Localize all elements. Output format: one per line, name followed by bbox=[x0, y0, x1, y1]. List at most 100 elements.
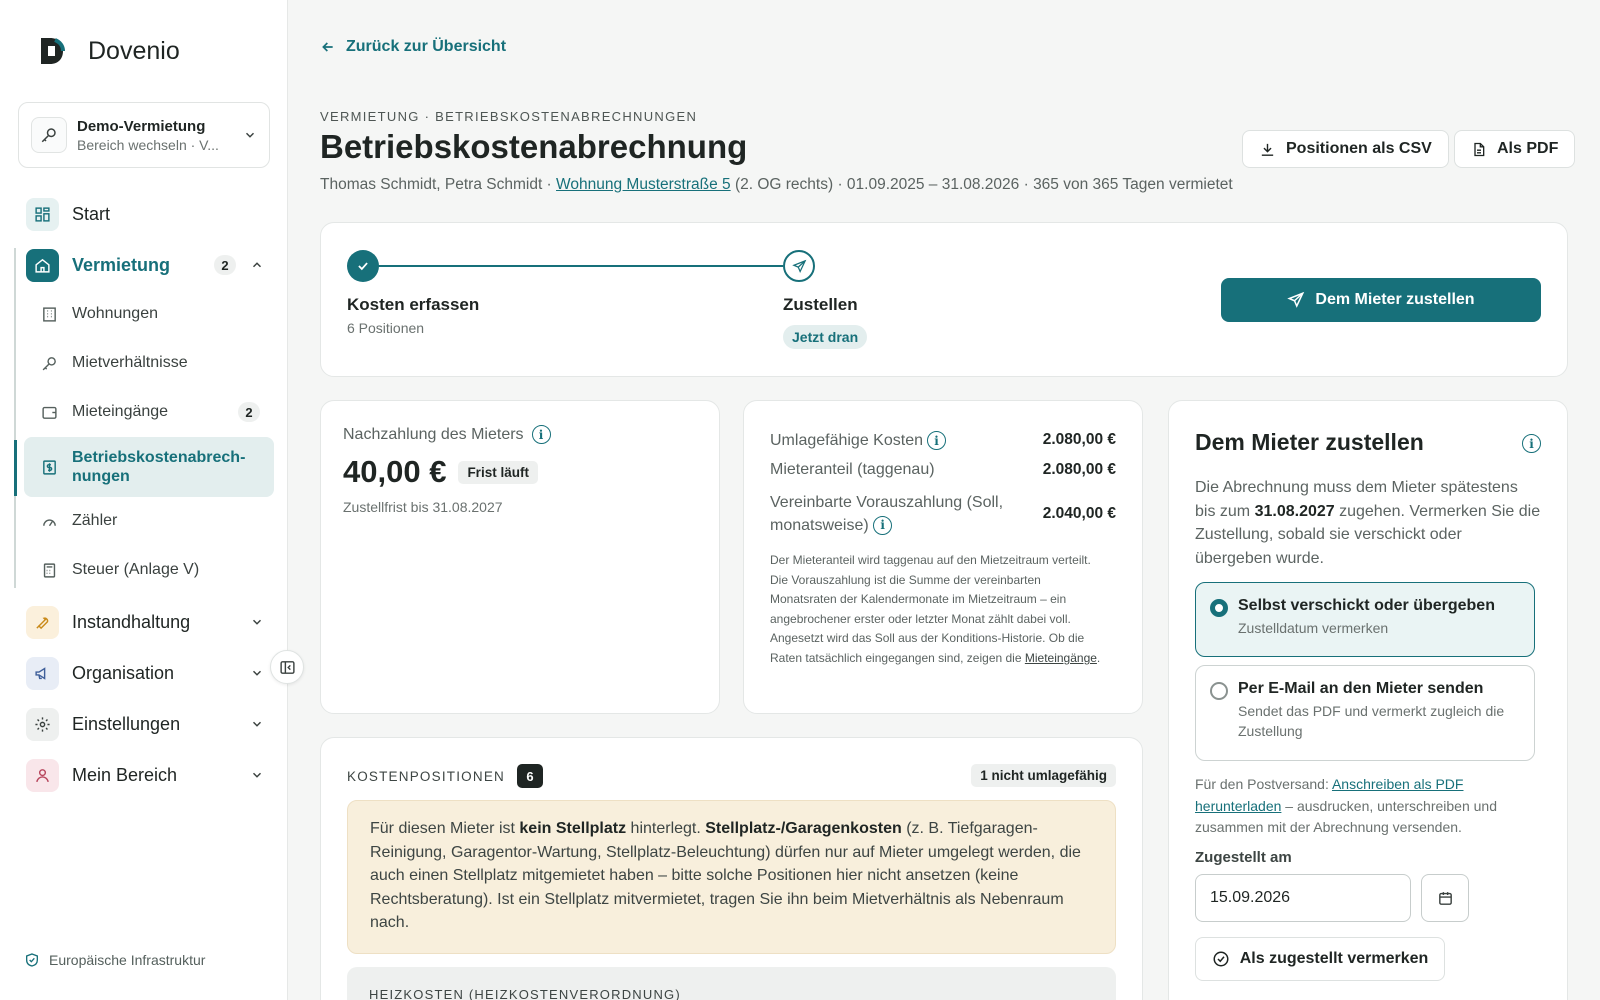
step-1-subtitle: 6 Positionen bbox=[347, 320, 425, 336]
check-circle-icon bbox=[1213, 951, 1229, 967]
receipt-icon bbox=[40, 459, 58, 476]
chevron-down-icon bbox=[252, 772, 262, 778]
nav-vermietung-badge: 2 bbox=[214, 255, 236, 275]
chevron-up-icon bbox=[252, 262, 262, 268]
back-link[interactable]: Zurück zur Übersicht bbox=[320, 38, 506, 56]
mark-delivered-label: Als zugestellt vermerken bbox=[1239, 950, 1429, 967]
sidebar-item-label: Betriebskostenabrech- nungen bbox=[72, 449, 246, 485]
figure-label: Umlagefähige Kosten bbox=[770, 431, 923, 449]
nav-organisation[interactable]: Organisation bbox=[26, 653, 276, 693]
step-send-icon bbox=[783, 250, 815, 282]
rent-payments-link[interactable]: Mieteingänge bbox=[1025, 651, 1097, 665]
apartment-link[interactable]: Wohnung Musterstraße 5 bbox=[556, 176, 731, 193]
cost-figures-card: Umlagefähige Kosten i 2.080,00 € Mieteran… bbox=[743, 400, 1143, 714]
radio-unselected[interactable] bbox=[1210, 682, 1228, 700]
postal-hint: Für den Postversand: Anschreiben als PDF… bbox=[1195, 774, 1541, 839]
deliver-to-tenant-label: Dem Mieter zustellen bbox=[1315, 291, 1475, 308]
figure-row: Vereinbarte Vorauszahlung (Soll, monatsw… bbox=[770, 491, 1116, 537]
key-icon bbox=[31, 117, 67, 153]
nav-instandhaltung-label: Instandhaltung bbox=[72, 611, 191, 632]
postal-hint-text: Für den Postversand: bbox=[1195, 776, 1332, 792]
wallet-icon bbox=[40, 404, 58, 421]
option-title: Selbst verschickt oder übergeben bbox=[1238, 597, 1495, 614]
nav-mein-bereich-label: Mein Bereich bbox=[72, 764, 178, 785]
step-complete-check-icon bbox=[347, 250, 379, 282]
date-picker-button[interactable] bbox=[1421, 874, 1469, 922]
nav-instandhaltung[interactable]: Instandhaltung bbox=[26, 602, 276, 642]
mark-delivered-button[interactable]: Als zugestellt vermerken bbox=[1195, 937, 1445, 981]
cost-positions-card: KOSTENPOSITIONEN 6 1 nicht umlagefähig F… bbox=[320, 737, 1143, 1000]
dovenio-logo-icon bbox=[41, 38, 65, 64]
brand-name: Dovenio bbox=[88, 36, 180, 65]
option-subtitle: Sendet das PDF und vermerkt zugleich die… bbox=[1238, 703, 1505, 739]
calculation-note: Der Mieteranteil wird taggenau auf den M… bbox=[770, 551, 1102, 669]
sidebar-item-mieteingaenge[interactable]: Mieteingänge 2 bbox=[24, 392, 274, 432]
figure-row: Mieteranteil (taggenau) 2.080,00 € bbox=[770, 461, 1116, 479]
tenant-names: Thomas Schmidt, Petra Schmidt · bbox=[320, 176, 557, 193]
delivery-date-input[interactable] bbox=[1195, 874, 1411, 922]
nav-start-label: Start bbox=[72, 203, 111, 224]
dashboard-icon bbox=[26, 197, 59, 231]
workspace-name: Demo-Vermietung bbox=[77, 117, 206, 135]
delivery-date-label: Zugestellt am bbox=[1195, 849, 1292, 866]
info-icon[interactable]: i bbox=[873, 516, 893, 536]
warning-text: Für diesen Mieter ist bbox=[370, 820, 520, 837]
submenu-active-marker bbox=[14, 440, 17, 496]
period-info: (2. OG rechts) · 01.09.2025 – 31.08.2026… bbox=[730, 176, 1233, 193]
option-email-delivery[interactable]: Per E-Mail an den Mieter senden Sendet d… bbox=[1195, 665, 1535, 761]
deliver-title: Dem Mieter zustellen bbox=[1195, 429, 1424, 455]
radio-selected[interactable] bbox=[1210, 599, 1228, 617]
deliver-to-tenant-button[interactable]: Dem Mieter zustellen bbox=[1221, 278, 1541, 322]
calendar-icon bbox=[1438, 891, 1452, 905]
calculator-icon bbox=[40, 562, 58, 579]
option-subtitle: Zustelldatum vermerken bbox=[1238, 620, 1389, 636]
nav-start[interactable]: Start bbox=[26, 194, 276, 234]
figure-value: 2.040,00 € bbox=[1042, 505, 1116, 522]
nav-mein-bereich[interactable]: Mein Bereich bbox=[26, 755, 276, 795]
option-title: Per E-Mail an den Mieter senden bbox=[1238, 680, 1484, 697]
brand[interactable]: Dovenio bbox=[38, 36, 180, 66]
balance-label: Nachzahlung des Mieters bbox=[343, 425, 524, 443]
main-content: Zurück zur Übersicht VERMIETUNG · BETRIE… bbox=[288, 0, 1600, 1000]
delivery-deadline: Zustellfrist bis 31.08.2027 bbox=[343, 499, 503, 515]
deliver-description: Die Abrechnung muss dem Mieter spätesten… bbox=[1195, 476, 1541, 570]
document-icon bbox=[1474, 142, 1485, 156]
sidebar-item-label: Zähler bbox=[72, 512, 118, 529]
chevron-down-icon bbox=[252, 619, 262, 625]
sidebar-item-mietverhaeltnisse[interactable]: Mietverhältnisse bbox=[24, 343, 274, 383]
wrench-icon bbox=[26, 605, 59, 639]
home-icon bbox=[26, 248, 59, 282]
info-icon[interactable]: i bbox=[1522, 434, 1541, 453]
sidebar-item-steuer[interactable]: Steuer (Anlage V) bbox=[24, 550, 274, 590]
warning-emphasis: Stellplatz-/Garagenkosten bbox=[705, 820, 902, 837]
info-icon[interactable]: i bbox=[926, 431, 946, 450]
current-step-badge: Jetzt dran bbox=[783, 325, 868, 349]
info-icon[interactable]: i bbox=[531, 425, 551, 444]
page-title: Betriebskostenabrechnung bbox=[320, 128, 748, 165]
workflow-stepper: Kosten erfassen 6 Positionen Zustellen J… bbox=[320, 222, 1568, 377]
shield-check-icon bbox=[26, 953, 38, 967]
positions-heading: KOSTENPOSITIONEN bbox=[347, 768, 505, 784]
step-1-title: Kosten erfassen bbox=[347, 295, 480, 314]
sidebar-item-zaehler[interactable]: Zähler bbox=[24, 501, 274, 541]
export-pdf-button[interactable]: Als PDF bbox=[1454, 130, 1576, 168]
parking-warning: Für diesen Mieter ist kein Stellplatz hi… bbox=[347, 800, 1116, 954]
export-csv-label: Positionen als CSV bbox=[1286, 140, 1432, 157]
sidebar-item-label: Wohnungen bbox=[72, 305, 158, 322]
balance-summary-card: Nachzahlung des Mieters i 40,00 € Frist … bbox=[320, 400, 720, 714]
export-csv-button[interactable]: Positionen als CSV bbox=[1242, 130, 1449, 168]
positions-count: 6 bbox=[516, 764, 543, 788]
sidebar-item-label: Mietverhältnisse bbox=[72, 354, 188, 371]
balance-amount: 40,00 € bbox=[343, 454, 447, 489]
figure-value: 2.080,00 € bbox=[1042, 431, 1116, 448]
nav-einstellungen[interactable]: Einstellungen bbox=[26, 704, 276, 744]
option-manual-delivery[interactable]: Selbst verschickt oder übergeben Zustell… bbox=[1195, 582, 1535, 657]
nav-organisation-label: Organisation bbox=[72, 662, 175, 683]
sidebar-item-betriebskostenabrechnungen[interactable]: Betriebskostenabrech- nungen bbox=[24, 437, 274, 497]
workspace-switcher[interactable]: Demo-Vermietung Bereich wechseln · V... bbox=[18, 102, 270, 168]
sidebar-item-wohnungen[interactable]: Wohnungen bbox=[24, 294, 274, 334]
deadline-status-badge: Frist läuft bbox=[458, 460, 538, 484]
nav-vermietung[interactable]: Vermietung 2 bbox=[26, 245, 276, 285]
warning-emphasis: kein Stellplatz bbox=[519, 820, 627, 837]
infrastructure-note: Europäische Infrastruktur bbox=[24, 952, 205, 968]
